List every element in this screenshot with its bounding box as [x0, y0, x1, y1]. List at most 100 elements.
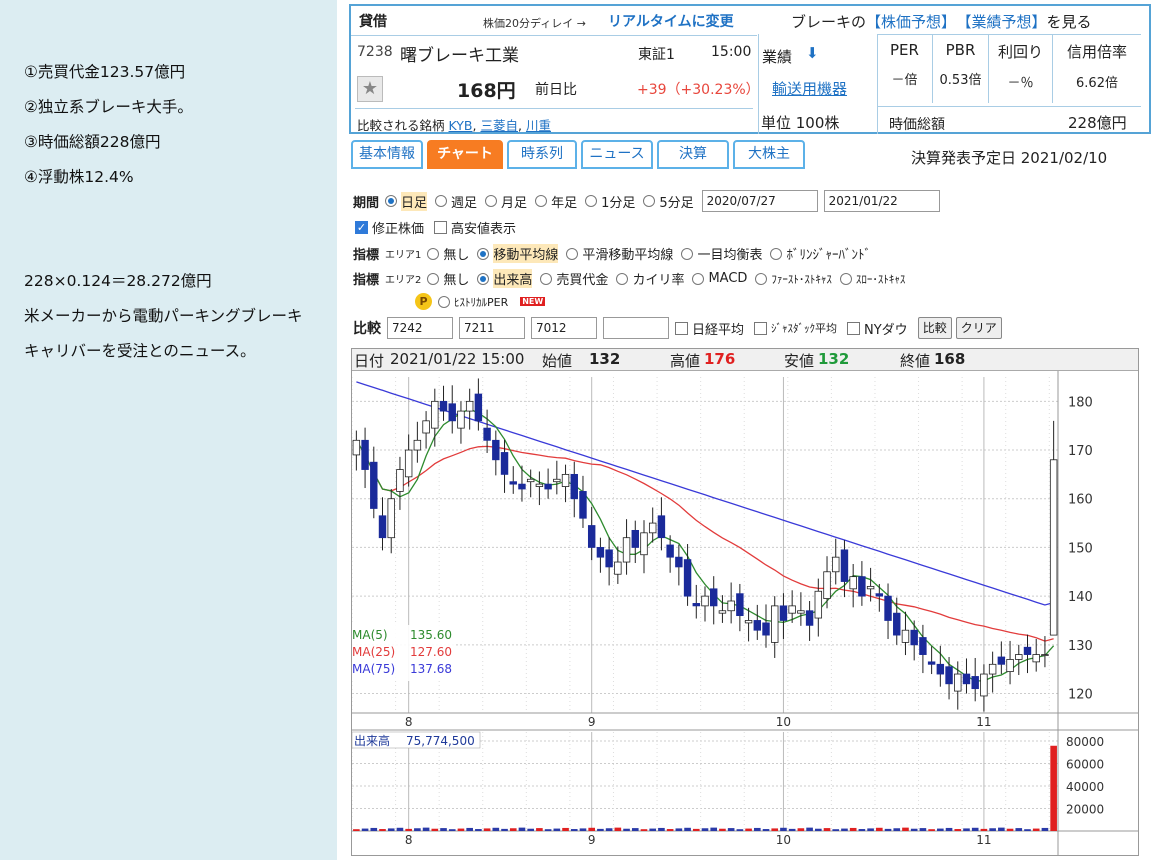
historical-per-radio[interactable]: ﾋｽﾄﾘｶﾙPER: [438, 294, 508, 310]
tab-news[interactable]: ニュース: [581, 140, 653, 169]
tab-timeseries[interactable]: 時系列: [507, 140, 577, 169]
tab-earnings[interactable]: 決算: [657, 140, 729, 169]
candle-body: [727, 600, 735, 612]
period-monthly[interactable]: 月足: [485, 192, 527, 211]
candle-body: [387, 498, 395, 539]
candle-body: [457, 410, 465, 429]
volume-bar: [876, 827, 883, 831]
clear-button[interactable]: クリア: [955, 317, 1002, 339]
volume-bar: [361, 828, 369, 831]
stock-code: 7238: [357, 44, 393, 60]
area1-moving-average[interactable]: 移動平均線: [477, 244, 559, 263]
volume-bar: [719, 828, 726, 831]
volume-legend-label: 出来高: [354, 733, 390, 748]
compare-code-2[interactable]: 7211: [459, 317, 525, 339]
period-1min[interactable]: 1分足: [585, 192, 635, 211]
date-value: 2021/01/22 15:00: [390, 350, 525, 368]
candle-body: [988, 663, 997, 675]
tab-chart[interactable]: チャート: [427, 140, 503, 169]
candle-body: [701, 595, 709, 607]
jasdaq-checkbox[interactable]: ｼﾞｬｽﾀﾞｯｸ平均: [754, 320, 837, 336]
volume-bar: [736, 829, 744, 831]
low-value: 132: [818, 350, 850, 368]
nydow-checkbox[interactable]: NYダウ: [847, 319, 908, 338]
ratio-per: PER －倍: [877, 35, 933, 103]
volume-bar: [1032, 828, 1040, 831]
note-6: 米メーカーから電動パーキングブレーキ: [24, 307, 303, 325]
period-5min[interactable]: 5分足: [643, 192, 694, 211]
candle-body: [561, 473, 570, 487]
date-to-input[interactable]: 2021/01/22: [823, 190, 940, 212]
area2-macd[interactable]: MACD: [692, 271, 747, 286]
indicator-row-1: 指標 エリア1 無し 移動平均線 平滑移動平均線 一目均衡表 ﾎﾞﾘﾝｼﾞｬｰﾊ…: [353, 244, 879, 263]
candle-body: [823, 571, 831, 599]
forecast-prefix: ブレーキの: [791, 13, 867, 31]
compare-link-mitsubishi[interactable]: 三菱自: [480, 118, 518, 133]
price-forecast-link[interactable]: 【株価予想】: [866, 13, 956, 31]
candle-body: [945, 666, 953, 685]
star-icon[interactable]: ★: [357, 76, 383, 102]
area1-none[interactable]: 無し: [427, 244, 469, 263]
x-tick-label: 8: [405, 833, 413, 847]
area2-volume[interactable]: 出来高: [477, 269, 533, 288]
volume-bar: [980, 828, 988, 831]
volume-bar: [431, 828, 439, 831]
divider: [355, 108, 753, 109]
candle-body: [683, 559, 692, 597]
earnings-forecast-link[interactable]: 【業績予想】: [964, 13, 1047, 31]
date-from-input[interactable]: 2020/07/27: [701, 190, 818, 212]
compare-link-kawasaki[interactable]: 川重: [526, 118, 551, 133]
volume-bar: [614, 827, 622, 831]
area1-bollinger[interactable]: ﾎﾞﾘﾝｼﾞｬｰﾊﾞﾝﾄﾞ: [770, 244, 871, 263]
area2-slow-stoch[interactable]: ｽﾛｰ･ｽﾄｷｬｽ: [839, 271, 905, 287]
candle-body: [640, 532, 648, 556]
adjusted-price-checkbox[interactable]: ✓ 修正株価: [355, 218, 424, 237]
volume-bar: [684, 827, 691, 831]
delay-note: 株価20分ディレイ →: [483, 17, 586, 30]
area2-deviation[interactable]: カイリ率: [616, 269, 684, 288]
period-daily[interactable]: 日足: [385, 191, 428, 211]
period-yearly[interactable]: 年足: [535, 192, 577, 211]
volume-bar: [518, 827, 526, 831]
indicator-label: 指標: [353, 273, 380, 288]
tab-basic[interactable]: 基本情報: [351, 140, 423, 169]
margin-tag: 貸借: [359, 14, 387, 30]
candle-body: [509, 481, 517, 485]
area2-turnover[interactable]: 売買代金: [540, 269, 608, 288]
candle-body: [710, 588, 718, 607]
forecast-links: ブレーキの【株価予想】 【業績予想】を見る: [791, 11, 1092, 32]
ma-legend-value: 135.60: [410, 628, 452, 642]
volume-bar: [466, 827, 473, 831]
area2-fast-stoch[interactable]: ﾌｧｰｽﾄ･ｽﾄｷｬｽ: [755, 271, 832, 287]
nikkei-checkbox[interactable]: 日経平均: [675, 319, 744, 338]
candle-body: [675, 556, 683, 568]
period-weekly[interactable]: 週足: [435, 192, 477, 211]
volume-bar: [631, 828, 639, 831]
compare-code-3[interactable]: 7012: [531, 317, 597, 339]
candle-body: [361, 439, 369, 470]
industry-link[interactable]: 輸送用機器: [772, 78, 847, 99]
compare-code-4[interactable]: [603, 317, 669, 339]
area1-smoothed-ma[interactable]: 平滑移動平均線: [566, 244, 673, 263]
area2-none[interactable]: 無し: [427, 269, 469, 288]
area1-ichimoku[interactable]: 一目均衡表: [681, 244, 762, 263]
highlow-checkbox[interactable]: 高安値表示: [434, 218, 516, 237]
compare-link-kyb[interactable]: KYB: [449, 118, 473, 133]
volume-bar: [1006, 828, 1014, 831]
market-cap-label: 時価総額: [889, 117, 945, 133]
tab-shareholders[interactable]: 大株主: [733, 140, 805, 169]
volume-bar: [675, 828, 683, 831]
stock-chart: 日付 2021/01/22 15:00 始値 132 高値 176 安値 132…: [351, 348, 1139, 856]
close-label: 終値: [900, 352, 931, 370]
per-row: P ﾋｽﾄﾘｶﾙPER NEW: [415, 293, 546, 310]
candle-body: [483, 427, 491, 441]
compare-button[interactable]: 比較: [917, 317, 952, 339]
volume-bar: [379, 829, 386, 831]
stock-page: 貸借 株価20分ディレイ → リアルタイムに変更 ブレーキの【株価予想】 【業績予…: [349, 0, 1160, 860]
ma-legend-name: MA(5): [352, 628, 388, 642]
volume-bar: [414, 828, 421, 831]
volume-bar: [396, 827, 404, 831]
compare-code-1[interactable]: 7242: [387, 317, 453, 339]
realtime-link[interactable]: リアルタイムに変更: [608, 11, 734, 31]
candle-body: [980, 673, 988, 697]
